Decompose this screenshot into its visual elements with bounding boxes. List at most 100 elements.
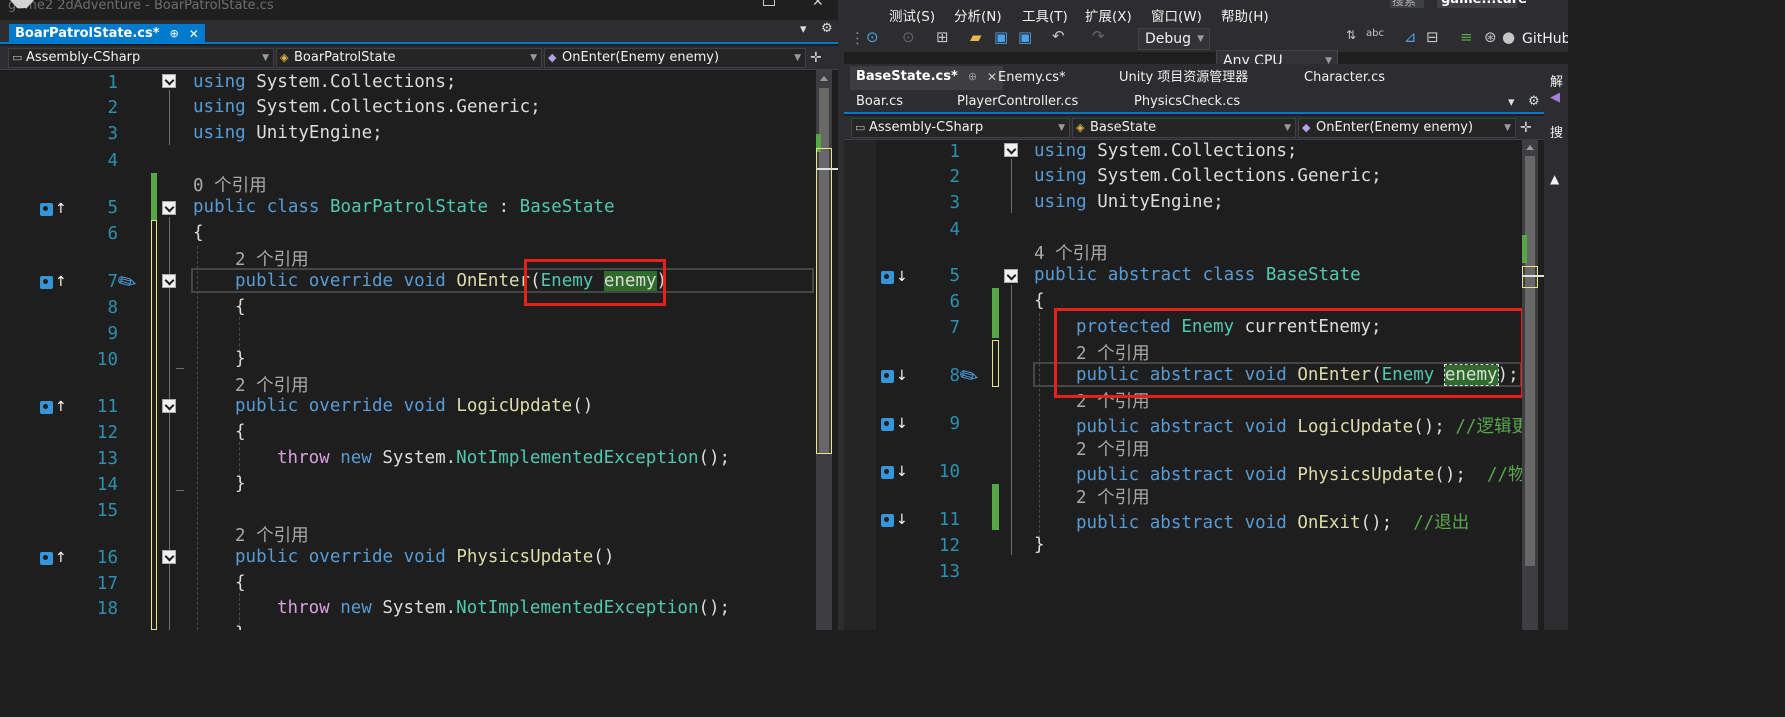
navigate-forward-icon[interactable]: ⊙	[902, 28, 915, 46]
tab-character[interactable]: Character.cs	[1304, 67, 1385, 89]
implemented-by-glyph-icon[interactable]: ↓	[881, 464, 908, 480]
gear-icon[interactable]: ⚙	[821, 21, 833, 36]
codelens-references[interactable]: 0 个引用	[193, 172, 267, 197]
overrides-glyph-icon[interactable]: ↑	[40, 274, 67, 290]
menu-analyze[interactable]: 分析(N)	[954, 5, 1002, 25]
implemented-by-glyph-icon[interactable]: ↓	[881, 269, 908, 285]
solution-explorer-collapsed[interactable]: 解 ◀ 搜 ▲	[1544, 64, 1568, 630]
github-label[interactable]: GitHub	[1522, 31, 1568, 47]
member-dropdown[interactable]: ◆ OnEnter(Enemy enemy) ▼	[1298, 117, 1516, 138]
scrollbar-thumb[interactable]	[1525, 156, 1535, 566]
project-dropdown[interactable]: ▭ Assembly-CSharp ▼	[851, 117, 1070, 138]
line-number: 14	[96, 475, 118, 495]
codelens-references[interactable]: 2 个引用	[235, 246, 309, 271]
tab-basestate[interactable]: BaseState.cs* ⊕ ✕	[850, 66, 1004, 90]
navigate-back-icon[interactable]: ⊙	[866, 28, 879, 46]
tab-enemy[interactable]: Enemy.cs*	[998, 67, 1066, 89]
redo-icon[interactable]: ↷	[1092, 27, 1105, 45]
menu-extensions[interactable]: 扩展(X)	[1085, 5, 1132, 25]
github-icon[interactable]: ●	[1502, 28, 1515, 46]
left-code-editor[interactable]: 1 2 3 4 5 6 7 8 9 10 11 12 13 14 15 16 1…	[0, 70, 838, 630]
tab-list-menu-icon[interactable]: ▾	[1508, 95, 1515, 110]
collapse-icon[interactable]	[1004, 269, 1018, 283]
member-dropdown[interactable]: ◆ OnEnter(Enemy enemy) ▼	[544, 47, 806, 68]
undo-icon[interactable]: ↶	[1052, 27, 1065, 45]
close-tab-icon[interactable]: ✕	[189, 24, 199, 44]
comment-icon[interactable]: ≡	[1460, 28, 1473, 46]
collapse-icon[interactable]	[162, 274, 176, 288]
implements-glyph-icon[interactable]: ↑	[40, 201, 67, 217]
quick-actions-screwdriver-icon[interactable]: ✎	[113, 263, 150, 300]
codelens-references[interactable]: 2 个引用	[235, 372, 309, 397]
menu-help[interactable]: 帮助(H)	[1221, 5, 1269, 25]
code-line-12: {	[235, 422, 246, 442]
configuration-dropdown[interactable]: Debug ▼	[1138, 28, 1210, 50]
line-number: 6	[949, 292, 960, 312]
keyword: public	[1034, 265, 1098, 285]
vs-icon: ◀	[1550, 90, 1560, 105]
collapse-icon[interactable]	[162, 74, 176, 88]
project-dropdown[interactable]: ▭ Assembly-CSharp ▼	[8, 47, 274, 68]
tab-list-menu-icon[interactable]: ▾	[800, 22, 807, 37]
implemented-by-glyph-icon[interactable]: ↓	[881, 416, 908, 432]
gear-icon[interactable]: ⚙	[1528, 94, 1540, 109]
type-dropdown[interactable]: ◈ BaseState ▼	[1072, 117, 1296, 138]
pin-icon[interactable]: ⊕	[968, 66, 977, 90]
bookmark-icon[interactable]: ⊟	[1426, 28, 1439, 46]
side-panel-label[interactable]: 搜	[1550, 122, 1563, 141]
scroll-up-icon[interactable]	[820, 76, 828, 81]
tab-boarpatrolstate[interactable]: BoarPatrolState.cs* ⊕ ✕	[9, 24, 205, 44]
keyword: void	[1244, 465, 1287, 485]
close-window-icon[interactable]: ✕	[812, 0, 824, 10]
save-icon[interactable]: ▣	[994, 28, 1008, 46]
code-line-11: public override void LogicUpdate()	[235, 396, 593, 416]
close-tab-icon[interactable]: ✕	[987, 66, 997, 90]
implemented-by-glyph-icon[interactable]: ↓	[881, 368, 908, 384]
new-project-icon[interactable]: ⊞	[936, 28, 949, 46]
menu-test[interactable]: 测试(S)	[889, 5, 935, 25]
codelens-references[interactable]: 2 个引用	[1076, 436, 1150, 461]
tab-boar[interactable]: Boar.cs	[856, 91, 903, 113]
codelens-references[interactable]: 2 个引用	[1076, 484, 1150, 509]
project-dropdown-value: Assembly-CSharp	[869, 119, 984, 135]
chevron-down-icon: ▼	[1058, 122, 1065, 133]
implemented-by-glyph-icon[interactable]: ↓	[881, 512, 908, 528]
codelens-references[interactable]: 2 个引用	[235, 522, 309, 547]
spell-check-icon[interactable]: abc	[1366, 28, 1384, 39]
expand-icon[interactable]: ▲	[1550, 172, 1559, 186]
tab-physicscheck[interactable]: PhysicsCheck.cs	[1134, 91, 1240, 113]
collapse-icon[interactable]	[162, 550, 176, 564]
split-editor-icon[interactable]: ✛	[1520, 120, 1532, 136]
right-code-editor[interactable]: 1 2 3 4 5 6 7 8 9 10 11 12 13 ↓ ↓ ↓ ↓ ↓ …	[844, 140, 1544, 630]
vertical-scrollbar[interactable]	[1522, 140, 1544, 630]
menu-tools[interactable]: 工具(T)	[1022, 5, 1068, 25]
codelens-references[interactable]: 4 个引用	[1034, 240, 1108, 265]
tab-playercontroller[interactable]: PlayerController.cs	[957, 91, 1078, 113]
type-dropdown[interactable]: ◈ BoarPatrolState ▼	[276, 47, 542, 68]
menu-window[interactable]: 窗口(W)	[1151, 5, 1202, 25]
overrides-glyph-icon[interactable]: ↑	[40, 550, 67, 566]
code-text: System.Collections;	[1086, 141, 1298, 161]
collapse-icon[interactable]	[162, 399, 176, 413]
collapse-icon[interactable]	[1004, 143, 1018, 157]
live-share-icon[interactable]: ⊛	[1484, 28, 1497, 46]
maximize-icon[interactable]	[763, 0, 775, 6]
split-editor-icon[interactable]: ✛	[810, 50, 822, 66]
vertical-scrollbar[interactable]	[816, 70, 838, 630]
search-box[interactable]: 搜索	[1390, 0, 1424, 8]
attach-icon[interactable]: ⇅	[1346, 28, 1356, 42]
overrides-glyph-icon[interactable]: ↑	[40, 399, 67, 415]
scroll-up-icon[interactable]	[1526, 145, 1534, 150]
side-panel-label[interactable]: 解	[1550, 71, 1563, 90]
code-text: :	[488, 197, 520, 217]
chevron-down-icon: ▼	[1197, 34, 1204, 44]
collapse-icon[interactable]	[162, 201, 176, 215]
tab-unity-explorer[interactable]: Unity 项目资源管理器	[1119, 67, 1248, 89]
pin-icon[interactable]: ⊕	[170, 24, 179, 44]
keyword: void	[403, 396, 446, 416]
step-icon[interactable]: ⊿	[1404, 28, 1417, 46]
save-all-icon[interactable]: ▣	[1018, 28, 1032, 46]
open-file-icon[interactable]: ▰	[970, 28, 982, 46]
code-line-18: throw new System.NotImplementedException…	[277, 598, 730, 618]
quick-actions-screwdriver-icon[interactable]: ✎	[955, 357, 992, 394]
